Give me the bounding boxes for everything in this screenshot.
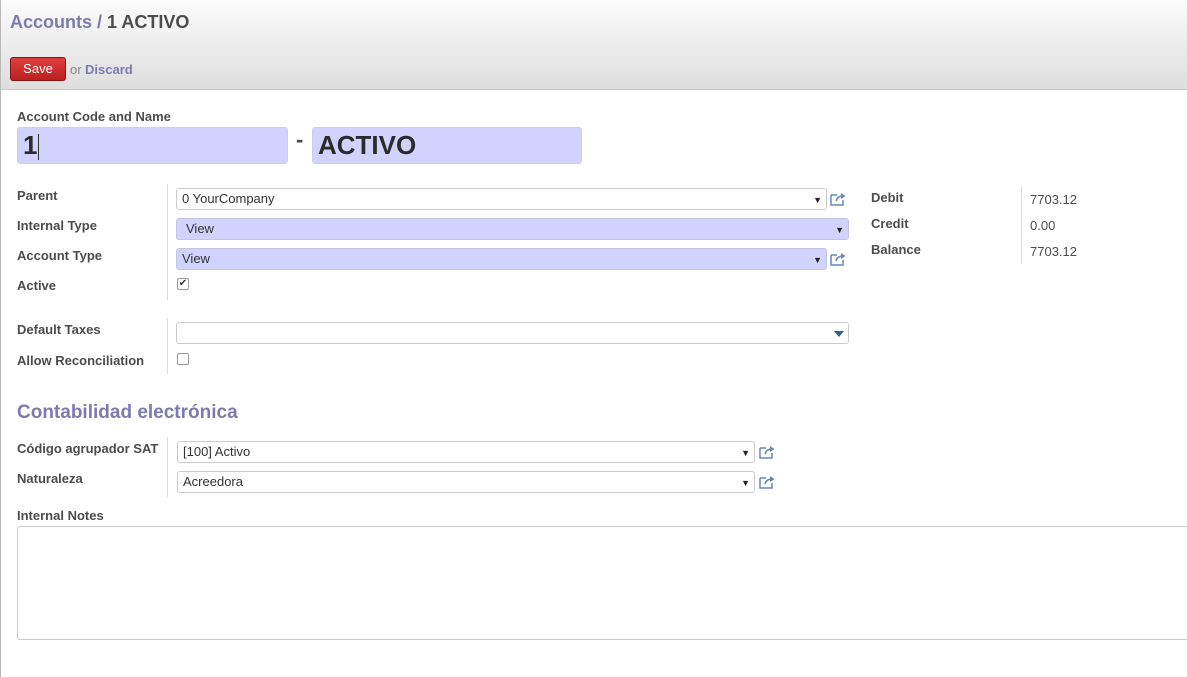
account-type-label: Account Type [17, 248, 102, 263]
nature-value: Acreedora [183, 474, 243, 489]
caret-down-icon: ▼ [741, 478, 750, 488]
internal-notes-label: Internal Notes [17, 508, 104, 523]
nature-label: Naturaleza [17, 471, 83, 486]
credit-label: Credit [871, 216, 909, 231]
code-name-dash: - [296, 127, 304, 152]
active-checkbox[interactable]: ✔ [177, 278, 189, 290]
control-panel: Accounts/1 ACTIVO Save or Discard [1, 0, 1187, 90]
default-taxes-select[interactable] [176, 322, 849, 344]
debit-label: Debit [871, 190, 904, 205]
sat-code-label: Código agrupador SAT [17, 441, 159, 456]
default-taxes-label: Default Taxes [17, 322, 101, 337]
account-code-name-label: Account Code and Name [17, 109, 171, 124]
sat-code-select[interactable]: [100] Activo ▼ [177, 441, 755, 463]
or-text: or [70, 62, 82, 77]
internal-type-value: View [186, 221, 214, 236]
active-label: Active [17, 278, 57, 293]
external-link-icon[interactable] [759, 444, 776, 459]
allow-reconciliation-checkbox[interactable] [177, 353, 189, 365]
breadcrumb-separator: / [97, 12, 103, 32]
totals-divider [1021, 186, 1022, 264]
nature-select[interactable]: Acreedora ▼ [177, 471, 755, 493]
account-code-value: 1 [23, 130, 38, 160]
account-code-input[interactable]: 1 [17, 127, 288, 164]
breadcrumb-accounts-link[interactable]: Accounts [10, 12, 92, 32]
text-cursor [38, 134, 40, 161]
group-divider [167, 437, 168, 497]
parent-label: Parent [17, 188, 58, 203]
sat-code-value: [100] Activo [183, 444, 251, 459]
left-border [0, 0, 1, 677]
parent-value: 0 YourCompany [182, 191, 275, 206]
account-type-value: View [182, 251, 210, 266]
credit-value: 0.00 [1030, 218, 1056, 233]
caret-down-icon: ▼ [813, 255, 822, 265]
save-button[interactable]: Save [10, 57, 66, 81]
internal-type-select[interactable]: View ▼ [176, 218, 849, 240]
group-divider [167, 184, 168, 300]
caret-down-icon: ▼ [813, 195, 822, 205]
discard-button[interactable]: Discard [85, 62, 133, 77]
allow-reconciliation-label: Allow Reconciliation [17, 353, 145, 368]
section-title: Contabilidad electrónica [17, 402, 238, 423]
parent-select[interactable]: 0 YourCompany ▼ [176, 188, 827, 210]
external-link-icon[interactable] [830, 191, 847, 206]
breadcrumb-current: 1 ACTIVO [107, 12, 190, 32]
debit-value: 7703.12 [1030, 192, 1077, 207]
balance-label: Balance [871, 242, 921, 257]
account-name-input[interactable]: ACTIVO [312, 127, 582, 164]
internal-notes-textarea[interactable] [17, 526, 1187, 640]
group-divider [167, 318, 168, 374]
caret-down-icon: ▼ [835, 225, 844, 235]
internal-type-label: Internal Type [17, 218, 97, 233]
external-link-icon[interactable] [830, 251, 847, 266]
check-icon: ✔ [178, 278, 188, 289]
account-type-select[interactable]: View ▼ [176, 248, 827, 270]
caret-down-icon [834, 331, 844, 337]
breadcrumb: Accounts/1 ACTIVO [10, 12, 189, 33]
caret-down-icon: ▼ [741, 448, 750, 458]
external-link-icon[interactable] [759, 474, 776, 489]
balance-value: 7703.12 [1030, 244, 1077, 259]
